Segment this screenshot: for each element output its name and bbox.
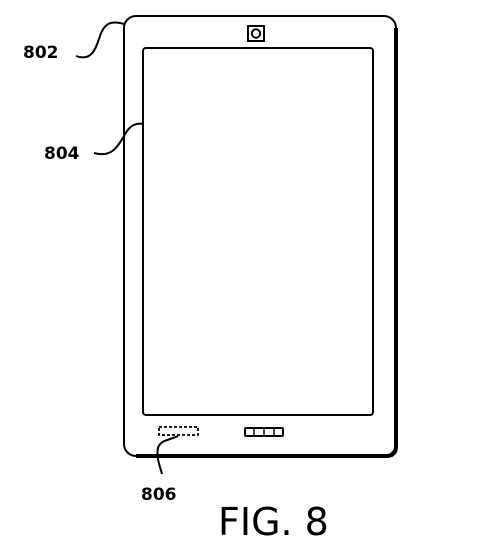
label-806: 806 [141,485,177,505]
display-screen [142,47,374,416]
patent-figure: 802 804 806 FIG. 8 [23,15,398,539]
leader-line-802 [75,21,125,59]
label-804: 804 [44,144,80,164]
camera-icon [247,25,265,42]
figure-caption: FIG. 8 [218,500,329,539]
home-button [244,427,284,437]
label-802: 802 [23,43,59,63]
